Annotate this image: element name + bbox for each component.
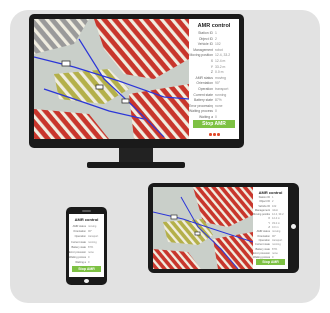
home-button-icon[interactable] xyxy=(291,224,296,229)
amr-control-panel: AMR control AMR status moving Orientation 9… xyxy=(69,214,104,277)
phone-screen: AMR control AMR status moving Orientation 9… xyxy=(69,214,104,277)
amr-control-panel: AMR control Station ID 1 Object ID 2 Vehicle… xyxy=(189,19,239,139)
amr-control-panel: AMR control Station ID 1 Object ID 2 Vehicle… xyxy=(253,187,288,269)
stop-amr-button[interactable]: Stop AMR xyxy=(72,266,101,272)
monitor-screen: AMR control Station ID 1 Object ID 2 Vehicle… xyxy=(34,19,239,139)
panel-title: AMR control xyxy=(197,23,231,29)
info-label: Waiting a xyxy=(75,261,86,265)
speaker-icon xyxy=(82,210,91,212)
panel-title: AMR control xyxy=(74,217,99,222)
tablet-screen: AMR control Station ID 1 Object ID 2 Vehicle… xyxy=(153,187,288,269)
map-view[interactable] xyxy=(153,187,253,269)
info-row: Waiting a0 xyxy=(69,260,104,265)
home-button-icon[interactable] xyxy=(84,279,89,283)
monitor-stand-base xyxy=(87,162,185,168)
info-value: 0 xyxy=(88,261,90,265)
stop-amr-button[interactable]: Stop AMR xyxy=(256,259,285,265)
pagination-dots[interactable] xyxy=(209,133,220,136)
panel-title: AMR control xyxy=(258,190,283,195)
map-view[interactable] xyxy=(34,19,189,139)
stop-amr-button[interactable]: Stop AMR xyxy=(193,120,235,128)
